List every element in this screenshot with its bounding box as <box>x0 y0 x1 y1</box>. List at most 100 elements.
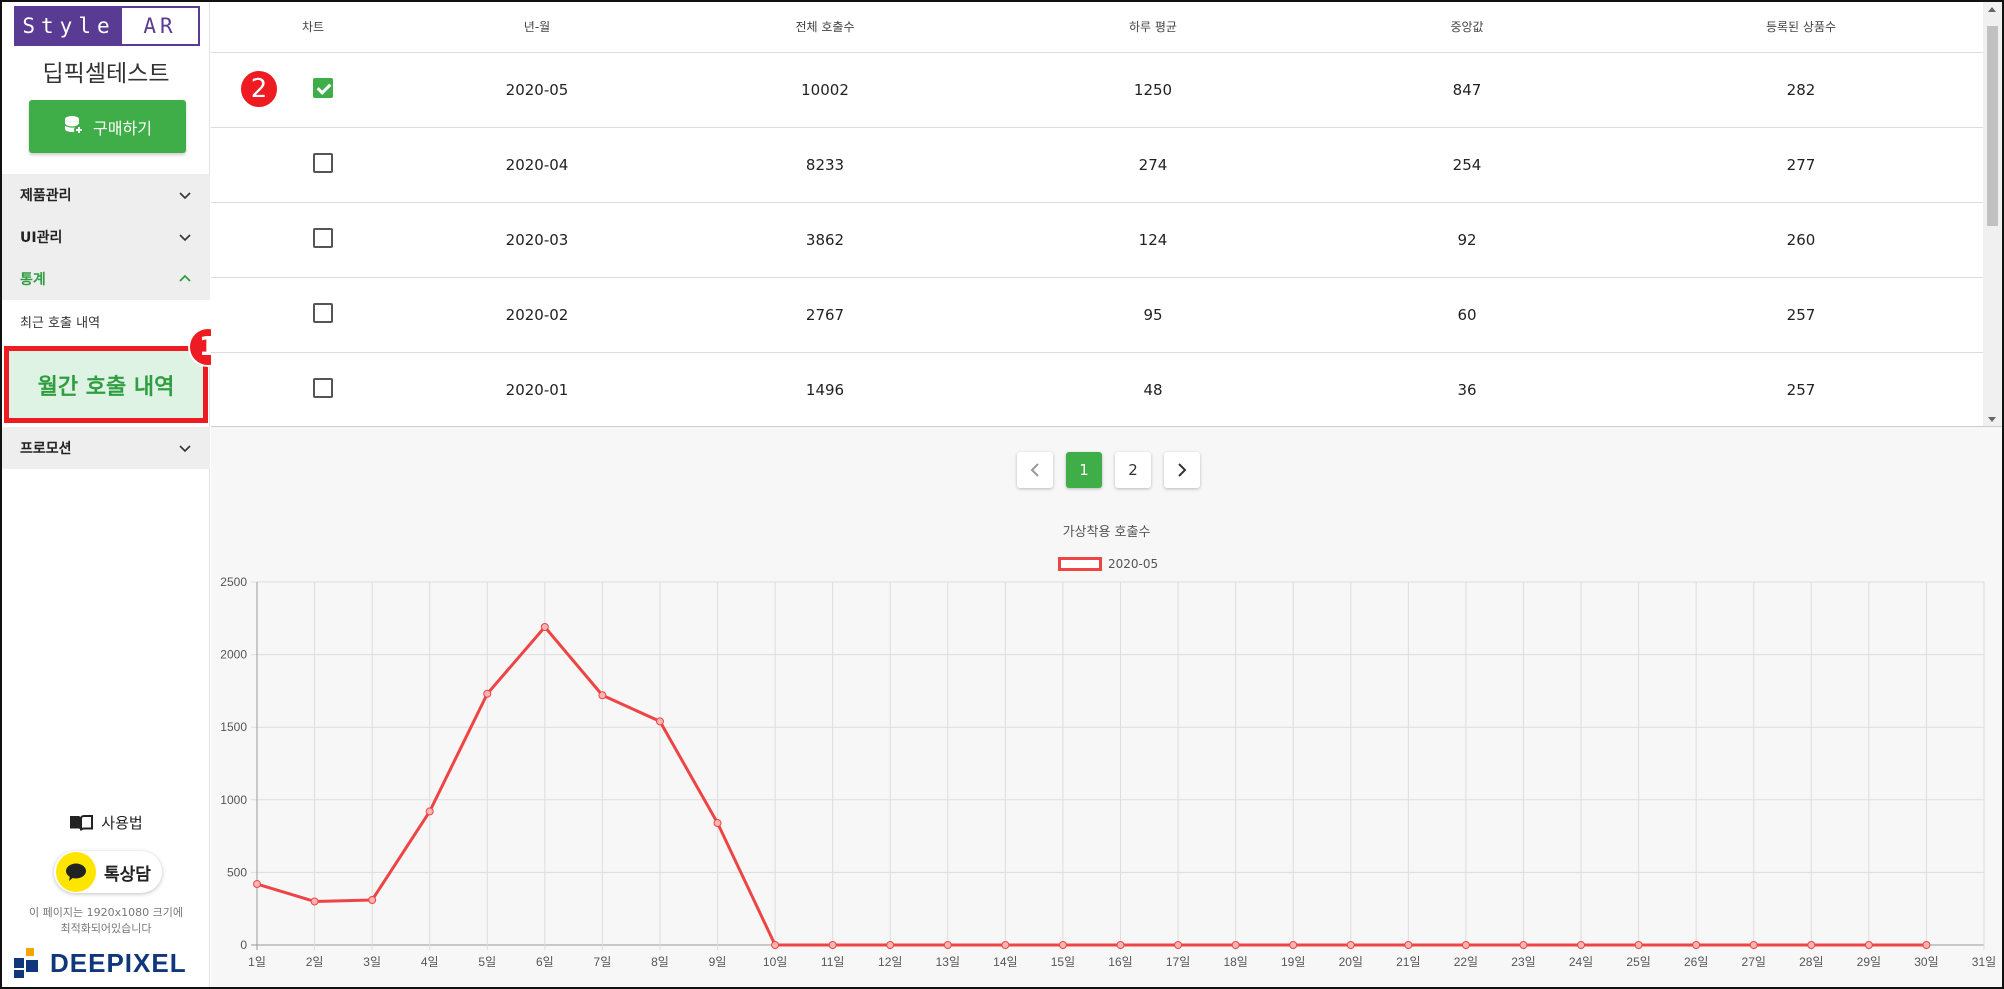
buy-button[interactable]: 구매하기 <box>29 100 186 153</box>
x-tick-label: 7일 <box>594 955 612 969</box>
usage-link[interactable]: 사용법 <box>2 812 210 833</box>
chevron-up-icon <box>179 274 191 282</box>
y-tick-label: 500 <box>227 865 247 879</box>
x-tick-label: 14일 <box>993 955 1017 969</box>
total-cell: 1496 <box>659 352 991 426</box>
next-page-button[interactable] <box>1164 452 1200 488</box>
usage-label: 사용법 <box>101 814 143 832</box>
data-point <box>1116 941 1125 949</box>
x-tick-label: 17일 <box>1166 955 1190 969</box>
x-tick-label: 24일 <box>1569 955 1593 969</box>
products-cell: 282 <box>1619 52 1983 128</box>
col-header-products: 등록된 상품수 <box>1619 2 1983 53</box>
sidebar-subitem-recent-calls[interactable]: 최근 호출 내역 <box>2 300 210 342</box>
month-cell: 2020-03 <box>415 202 659 278</box>
x-tick-label: 8일 <box>651 955 669 969</box>
kakao-label: 톡상담 <box>104 864 151 885</box>
annotation-marker-2: 2 <box>239 68 279 109</box>
y-tick-label: 2000 <box>220 648 247 662</box>
chart-checkbox[interactable] <box>313 152 333 173</box>
data-point <box>828 941 837 949</box>
col-header-chart: 차트 <box>211 2 415 53</box>
scroll-up-icon[interactable] <box>1988 7 1996 12</box>
sidebar-item-product[interactable]: 제품관리 <box>2 174 210 216</box>
month-cell: 2020-01 <box>415 352 659 426</box>
total-cell: 2767 <box>659 277 991 353</box>
table-row[interactable]: 2020-03 3862 124 92 260 <box>211 202 1983 278</box>
avg-cell: 124 <box>991 202 1315 278</box>
x-tick-label: 11일 <box>821 955 845 969</box>
chart-cell <box>211 202 415 278</box>
logo[interactable]: Style AR <box>14 6 200 46</box>
buy-button-label: 구매하기 <box>93 118 152 138</box>
month-cell: 2020-05 <box>415 52 659 128</box>
scroll-down-icon[interactable] <box>1988 417 1996 422</box>
scroll-thumb[interactable] <box>1987 26 1998 226</box>
data-point <box>1461 941 1470 949</box>
x-tick-label: 6일 <box>536 955 554 969</box>
table-row[interactable]: 2020-02 2767 95 60 257 <box>211 277 1983 353</box>
month-cell: 2020-04 <box>415 127 659 203</box>
table-row[interactable]: 2020-04 8233 274 254 277 <box>211 127 1983 203</box>
total-cell: 3862 <box>659 202 991 278</box>
chart-cell <box>211 277 415 353</box>
prev-page-button[interactable] <box>1017 452 1053 488</box>
x-tick-label: 9일 <box>709 955 727 969</box>
data-point <box>771 941 780 949</box>
data-point <box>1058 941 1067 949</box>
chevron-down-icon <box>179 234 191 242</box>
resolution-note: 이 페이지는 1920x1080 크기에 최적화되어있습니다 <box>2 905 210 937</box>
chart-checkbox[interactable] <box>313 227 333 248</box>
total-cell: 8233 <box>659 127 991 203</box>
median-cell: 92 <box>1315 202 1619 278</box>
company-name: 딥픽셀테스트 <box>42 61 170 87</box>
x-tick-label: 13일 <box>936 955 960 969</box>
x-tick-label: 20일 <box>1339 955 1363 969</box>
sidebar-item-label: UI관리 <box>20 230 63 246</box>
table-row[interactable]: 2 2020-05 10002 1250 847 282 <box>211 52 1983 128</box>
chart-title: 가상착용 호출수 <box>1062 525 1151 540</box>
sidebar-item-label: 프로모션 <box>20 441 72 457</box>
sidebar-item-ui[interactable]: UI관리 <box>2 216 210 258</box>
x-tick-label: 27일 <box>1742 955 1766 969</box>
data-point <box>253 880 261 889</box>
y-tick-label: 0 <box>240 938 247 952</box>
data-point <box>1807 941 1816 949</box>
products-cell: 277 <box>1619 127 1983 203</box>
median-cell: 60 <box>1315 277 1619 353</box>
data-point <box>1346 941 1355 949</box>
x-tick-label: 18일 <box>1223 955 1247 969</box>
chart-checkbox[interactable] <box>313 77 333 98</box>
products-cell: 257 <box>1619 277 1983 353</box>
col-header-month: 년-월 <box>415 2 659 53</box>
x-tick-label: 4일 <box>421 955 439 969</box>
page-button-2[interactable]: 2 <box>1115 452 1151 488</box>
sidebar-item-promotion[interactable]: 프로모션 <box>2 427 210 469</box>
sidebar-item-stats[interactable]: 통계 <box>2 258 210 300</box>
logo-ar-text: AR <box>122 8 198 44</box>
chart-checkbox[interactable] <box>313 302 333 323</box>
page-button-1[interactable]: 1 <box>1066 452 1102 488</box>
data-point <box>1749 941 1758 949</box>
chart-checkbox[interactable] <box>313 377 333 398</box>
book-icon <box>70 814 94 831</box>
table-scrollbar[interactable] <box>1983 2 2002 426</box>
x-tick-label: 1일 <box>248 955 266 969</box>
x-tick-label: 3일 <box>363 955 381 969</box>
pagination: 1 2 <box>1017 452 1200 488</box>
logo-style-text: Style <box>22 14 116 38</box>
chart-legend[interactable]: 2020-05 <box>1058 557 1158 571</box>
chart-cell <box>211 127 415 203</box>
kakao-chat-button[interactable]: 톡상담 <box>54 851 162 893</box>
table-row[interactable]: 2020-01 1496 48 36 257 <box>211 352 1983 426</box>
sidebar-subitem-monthly-calls[interactable]: 월간 호출 내역 1 <box>4 327 228 423</box>
x-tick-label: 22일 <box>1454 955 1478 969</box>
chart-cell: 2 <box>211 52 415 128</box>
chart-cell <box>211 352 415 426</box>
data-point <box>1577 941 1586 949</box>
data-point <box>1864 941 1873 949</box>
col-header-median: 중앙값 <box>1315 2 1619 53</box>
col-header-avg: 하루 평균 <box>991 2 1315 53</box>
x-tick-label: 5일 <box>478 955 496 969</box>
x-tick-label: 12일 <box>878 955 902 969</box>
